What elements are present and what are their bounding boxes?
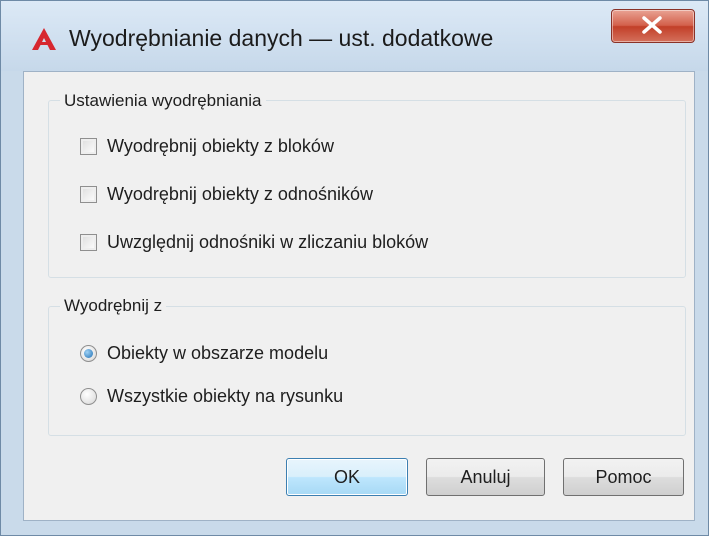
extract-from-group [48, 306, 686, 436]
extract-from-group-title: Wyodrębnij z [60, 296, 167, 316]
cancel-button[interactable]: Anuluj [426, 458, 545, 496]
extraction-settings-group-title: Ustawienia wyodrębniania [60, 91, 266, 111]
dialog-title: Wyodrębnianie danych — ust. dodatkowe [69, 25, 494, 51]
close-button[interactable] [611, 9, 695, 43]
title-bar[interactable]: Wyodrębnianie danych — ust. dodatkowe [1, 1, 708, 71]
include-xrefs-in-block-count-checkbox[interactable] [80, 233, 97, 251]
checkbox-row-include-xrefs-in-block-count[interactable]: Uwzględnij odnośniki w zliczaniu bloków [80, 229, 428, 255]
model-space-objects-radio[interactable] [80, 344, 97, 362]
include-xrefs-in-block-count-label: Uwzględnij odnośniki w zliczaniu bloków [107, 231, 429, 252]
checkbox-row-extract-from-blocks[interactable]: Wyodrębnij obiekty z bloków [80, 133, 334, 159]
dialog-window: Wyodrębnianie danych — ust. dodatkowe Us… [0, 0, 709, 536]
radio-row-model-space-objects[interactable]: Obiekty w obszarze modelu [80, 340, 328, 366]
all-drawing-objects-radio[interactable] [80, 387, 97, 405]
help-button[interactable]: Pomoc [563, 458, 684, 496]
checkbox-row-extract-from-xrefs[interactable]: Wyodrębnij obiekty z odnośników [80, 181, 373, 207]
all-drawing-objects-label: Wszystkie obiekty na rysunku [107, 385, 344, 406]
model-space-objects-label: Obiekty w obszarze modelu [107, 342, 329, 363]
extract-from-blocks-checkbox[interactable] [80, 137, 97, 155]
radio-row-all-drawing-objects[interactable]: Wszystkie obiekty na rysunku [80, 383, 343, 409]
autocad-triangle-icon [32, 28, 56, 50]
extract-from-xrefs-label: Wyodrębnij obiekty z odnośników [107, 183, 373, 204]
extract-from-blocks-label: Wyodrębnij obiekty z bloków [107, 135, 334, 156]
extract-from-xrefs-checkbox[interactable] [80, 185, 97, 203]
ok-button[interactable]: OK [286, 458, 408, 496]
dialog-content: Ustawienia wyodrębniania Wyodrębnij obie… [23, 71, 695, 521]
close-icon [642, 16, 662, 34]
